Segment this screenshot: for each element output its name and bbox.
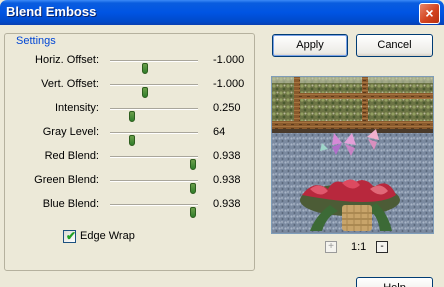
dialog-body: Settings Horiz. Offset: -1.000 Vert. Off… bbox=[0, 25, 444, 287]
window-title: Blend Emboss bbox=[6, 4, 97, 19]
param-row-red-blend: Red Blend: 0.938 bbox=[5, 148, 256, 170]
param-label: Green Blend: bbox=[34, 174, 99, 186]
param-value: -1.000 bbox=[213, 78, 245, 90]
settings-legend: Settings bbox=[14, 35, 58, 47]
horiz-offset-slider[interactable] bbox=[110, 60, 198, 74]
slider-thumb[interactable] bbox=[129, 111, 135, 122]
param-value: -1.000 bbox=[213, 54, 245, 66]
zoom-out-button[interactable]: - bbox=[376, 241, 388, 253]
zoom-in-button[interactable]: + bbox=[325, 241, 337, 253]
blue-blend-slider[interactable] bbox=[110, 204, 198, 218]
slider-thumb[interactable] bbox=[189, 207, 196, 218]
slider-thumb[interactable] bbox=[189, 159, 196, 170]
gray-level-slider[interactable] bbox=[110, 132, 198, 146]
param-label: Blue Blend: bbox=[42, 198, 99, 210]
help-button[interactable]: Help bbox=[356, 277, 433, 287]
param-row-gray-level: Gray Level: 64 bbox=[5, 124, 256, 146]
param-row-horiz-offset: Horiz. Offset: -1.000 bbox=[5, 52, 256, 74]
green-blend-slider[interactable] bbox=[110, 180, 198, 194]
param-value: 0.938 bbox=[213, 150, 241, 162]
param-label: Intensity: bbox=[54, 102, 99, 114]
param-value: 0.250 bbox=[213, 102, 241, 114]
param-row-vert-offset: Vert. Offset: -1.000 bbox=[5, 76, 256, 98]
edge-wrap-label[interactable]: Edge Wrap bbox=[80, 230, 135, 242]
slider-thumb[interactable] bbox=[142, 63, 149, 74]
vert-offset-slider[interactable] bbox=[110, 84, 198, 98]
intensity-slider[interactable] bbox=[110, 108, 198, 122]
slider-thumb[interactable] bbox=[189, 183, 196, 194]
settings-group: Settings Horiz. Offset: -1.000 Vert. Off… bbox=[4, 33, 255, 271]
embossed-photo-preview-icon bbox=[272, 77, 433, 233]
title-bar[interactable]: Blend Emboss × bbox=[0, 0, 444, 25]
param-label: Vert. Offset: bbox=[41, 78, 99, 90]
slider-thumb[interactable] bbox=[129, 135, 135, 146]
param-value: 0.938 bbox=[213, 174, 241, 186]
param-row-blue-blend: Blue Blend: 0.938 bbox=[5, 196, 256, 218]
preview-image bbox=[271, 76, 434, 234]
param-value: 0.938 bbox=[213, 198, 241, 210]
param-row-green-blend: Green Blend: 0.938 bbox=[5, 172, 256, 194]
checkmark-icon: ✔ bbox=[66, 229, 77, 243]
param-value: 64 bbox=[213, 126, 226, 138]
close-button[interactable]: × bbox=[419, 3, 440, 24]
edge-wrap-checkbox[interactable]: ✔ bbox=[63, 229, 77, 243]
red-blend-slider[interactable] bbox=[110, 156, 198, 170]
param-label: Gray Level: bbox=[42, 126, 99, 138]
cancel-button[interactable]: Cancel bbox=[356, 34, 433, 57]
param-label: Red Blend: bbox=[44, 150, 99, 162]
slider-thumb[interactable] bbox=[142, 87, 149, 98]
param-label: Horiz. Offset: bbox=[35, 54, 99, 66]
zoom-level: 1:1 bbox=[351, 241, 367, 253]
param-row-intensity: Intensity: 0.250 bbox=[5, 100, 256, 122]
apply-button[interactable]: Apply bbox=[272, 34, 348, 57]
